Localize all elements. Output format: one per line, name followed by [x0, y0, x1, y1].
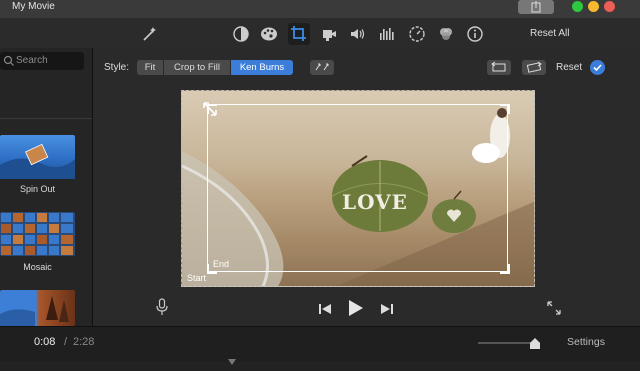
transition-mosaic[interactable]: [0, 212, 75, 256]
filter-effects-icon[interactable]: [437, 25, 455, 43]
style-ken-burns-button[interactable]: Ken Burns: [231, 60, 293, 75]
reset-all-button[interactable]: Reset All: [530, 28, 569, 39]
skip-back-button[interactable]: [318, 302, 332, 314]
skip-back-icon: [319, 304, 331, 314]
sidebar-divider: [0, 118, 92, 119]
crop-handle-top-right[interactable]: [500, 104, 510, 114]
zoom-slider-thumb[interactable]: [530, 336, 540, 349]
microphone-button[interactable]: [155, 298, 169, 316]
swap-start-end-button[interactable]: [310, 60, 334, 75]
time-separator: /: [64, 336, 68, 348]
settings-button[interactable]: Settings: [567, 336, 605, 348]
resize-cursor-icon: [202, 101, 218, 117]
transition-label-spin-out: Spin Out: [19, 184, 56, 194]
transition-label-mosaic: Mosaic: [23, 262, 52, 272]
rotate-right-button[interactable]: [522, 60, 546, 75]
reset-button[interactable]: Reset: [556, 62, 582, 73]
speed-gauge-icon[interactable]: [408, 25, 426, 43]
crop-icon: [291, 26, 306, 41]
style-label: Style:: [104, 62, 130, 73]
window-title: My Movie: [12, 1, 55, 12]
crop-tool-button[interactable]: [288, 23, 310, 45]
share-icon: [531, 1, 541, 13]
end-label: End: [213, 259, 230, 269]
info-icon[interactable]: [466, 25, 484, 43]
swap-arrows-icon: [315, 63, 329, 71]
transition-thumbnail[interactable]: [0, 290, 75, 326]
play-button[interactable]: [348, 299, 364, 317]
share-button[interactable]: [518, 0, 554, 14]
microphone-icon: [156, 298, 168, 315]
timeline-bar: [0, 326, 640, 361]
color-balance-icon[interactable]: [232, 25, 250, 43]
rotate-right-icon: [526, 61, 542, 73]
fullscreen-button[interactable]: [546, 300, 562, 316]
mosaic-preview: [1, 213, 73, 255]
current-time: 0:08: [34, 336, 56, 348]
skip-forward-icon: [381, 304, 393, 314]
play-icon: [349, 300, 363, 316]
total-duration: 2:28: [73, 336, 95, 348]
window-minimize-button[interactable]: [588, 1, 599, 12]
playhead-marker[interactable]: [228, 353, 236, 365]
volume-icon[interactable]: [348, 25, 366, 43]
spin-out-preview: [0, 143, 75, 179]
skip-forward-button[interactable]: [380, 302, 394, 314]
equalizer-icon[interactable]: [378, 25, 396, 43]
style-crop-to-fill-button[interactable]: Crop to Fill: [164, 60, 230, 75]
apply-button[interactable]: [590, 60, 605, 75]
style-fit-button[interactable]: Fit: [137, 60, 163, 75]
search-placeholder: Search: [16, 55, 48, 66]
window-maximize-button[interactable]: [572, 1, 583, 12]
fullscreen-expand-icon: [547, 301, 561, 315]
trees-preview: [0, 296, 69, 326]
crop-handle-bottom-right[interactable]: [500, 264, 510, 274]
transition-spin-out[interactable]: [0, 135, 75, 179]
rotate-left-icon: [491, 61, 506, 72]
stabilization-camera-icon[interactable]: [320, 25, 338, 43]
color-palette-icon[interactable]: [260, 25, 278, 43]
magic-wand-icon[interactable]: [140, 25, 158, 43]
rotate-left-button[interactable]: [487, 60, 511, 75]
search-icon: [3, 55, 14, 66]
window-close-button[interactable]: [604, 1, 615, 12]
end-crop-rectangle[interactable]: [207, 104, 508, 272]
checkmark-icon: [593, 64, 602, 72]
start-label: Start: [187, 273, 207, 283]
